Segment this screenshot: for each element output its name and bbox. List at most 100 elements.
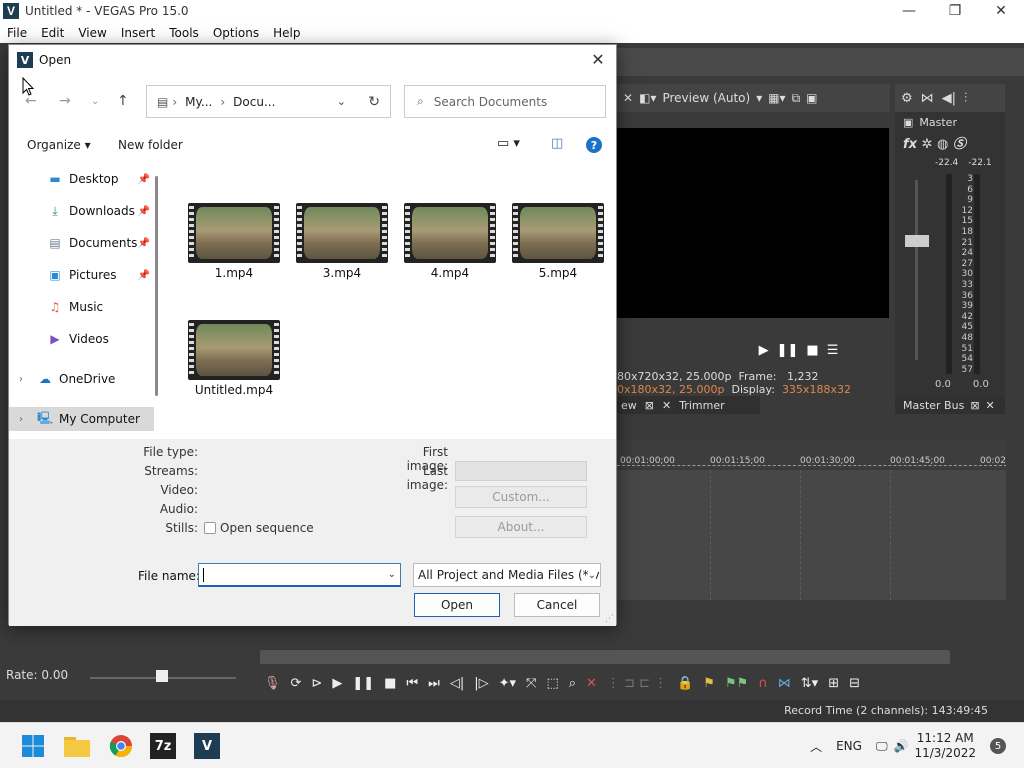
sidebar-item-downloads[interactable]: ⤓ Downloads 📌 xyxy=(9,199,154,223)
collapse-icon[interactable]: ⋈ xyxy=(921,91,934,106)
preview-split-icon[interactable]: ◧▾ xyxy=(639,91,656,105)
copy-frame-icon[interactable]: ⧉ xyxy=(792,91,801,106)
pause-icon[interactable]: ❚❚ xyxy=(352,676,374,691)
forward-arrow-icon[interactable]: → xyxy=(59,93,71,109)
sidebar-item-documents[interactable]: ▤ Documents 📌 xyxy=(9,231,154,255)
tab-close-icon[interactable]: ⊠ xyxy=(970,399,979,412)
breadcrumb-documents[interactable]: Docu... xyxy=(233,95,275,109)
grid-icon[interactable]: ▦▾ xyxy=(768,91,785,105)
fx-icon[interactable]: fx ✲ ◍ Ⓢ xyxy=(895,133,1005,152)
go-end-icon[interactable]: ⏭ xyxy=(428,676,440,691)
navigation-scrollbar[interactable] xyxy=(155,176,158,396)
file-type-filter[interactable]: All Project and Media Files (*.ve ⌄ xyxy=(413,563,601,587)
timeline-vscroll[interactable] xyxy=(1006,420,1024,650)
pin-icon[interactable]: 📌 xyxy=(138,174,150,185)
tab-master-bus[interactable]: Master Bus xyxy=(903,399,964,412)
menu-help[interactable]: Help xyxy=(266,26,307,40)
delete-icon[interactable]: ✕ xyxy=(586,676,597,691)
file-item[interactable]: 5.mp4 xyxy=(511,203,605,280)
trim-icon[interactable]: ⋮ ⊐ ⊏ ⋮ xyxy=(607,676,667,691)
region-icon[interactable]: ⚑⚑ xyxy=(725,676,748,691)
file-item[interactable]: 1.mp4 xyxy=(187,203,281,280)
chevron-right-icon[interactable]: › xyxy=(19,414,23,425)
search-box[interactable]: ⌕ Search Documents xyxy=(404,85,606,118)
timeline-tracks[interactable] xyxy=(617,470,1007,600)
play-icon[interactable]: ▶ xyxy=(332,676,342,691)
pause-icon[interactable]: ❚❚ xyxy=(777,343,799,358)
file-item[interactable]: 4.mp4 xyxy=(403,203,497,280)
preview-close-icon[interactable]: ✕ xyxy=(623,91,633,105)
selection-tool-icon[interactable]: ⬚ xyxy=(546,676,558,691)
lock-icon[interactable]: 🔒 xyxy=(677,676,693,691)
up-arrow-icon[interactable]: ↑ xyxy=(117,93,129,109)
zoom-tool-icon[interactable]: ⌕ xyxy=(569,676,576,691)
new-folder-button[interactable]: New folder xyxy=(118,138,183,152)
master-checkbox-icon[interactable]: ▣ xyxy=(903,116,913,129)
tab-close-icon[interactable]: ✕ xyxy=(662,399,671,412)
pin-icon[interactable]: 📌 xyxy=(138,270,150,281)
sidebar-item-music[interactable]: ♫ Music xyxy=(9,295,154,319)
view-options-icon[interactable]: ▭ ▾ xyxy=(497,136,520,151)
pin-icon[interactable]: 📌 xyxy=(138,238,150,249)
go-start-icon[interactable]: ⏮ xyxy=(406,676,418,691)
auto-crossfade-icon[interactable]: ⋈ xyxy=(778,676,791,691)
ripple-icon[interactable]: ⇅▾ xyxy=(801,676,818,691)
volume-icon[interactable]: 🔊 xyxy=(894,739,909,753)
save-frame-icon[interactable]: ▣ xyxy=(806,91,817,105)
sidebar-item-desktop[interactable]: ▬ Desktop 📌 xyxy=(9,167,154,191)
tab-video-preview[interactable]: ew xyxy=(621,399,637,412)
tab-close-icon[interactable]: ✕ xyxy=(986,399,995,412)
gear-icon[interactable]: ⚙ xyxy=(901,91,913,106)
organize-button[interactable]: Organize ▾ xyxy=(27,138,91,152)
chevron-up-icon[interactable]: ︿ xyxy=(810,738,822,755)
file-name-input[interactable]: ⌄ xyxy=(198,563,401,587)
play-from-start-icon[interactable]: ⊳ xyxy=(311,676,322,691)
custom-button[interactable]: Custom... xyxy=(455,486,587,508)
cancel-button[interactable]: Cancel xyxy=(514,593,600,617)
lock-envelopes-icon[interactable]: ⊞ xyxy=(828,676,839,691)
play-icon[interactable]: ▶ xyxy=(759,343,769,358)
menu-options[interactable]: Options xyxy=(206,26,266,40)
close-button[interactable]: ✕ xyxy=(978,0,1024,22)
breadcrumb-my-computer[interactable]: My... xyxy=(185,95,212,109)
sidebar-item-onedrive[interactable]: › ☁ OneDrive xyxy=(9,367,154,391)
sidebar-item-pictures[interactable]: ▣ Pictures 📌 xyxy=(9,263,154,287)
tab-close-icon[interactable]: ⊠ xyxy=(645,399,654,412)
master-fader[interactable] xyxy=(905,235,929,247)
loop-icon[interactable]: ⟳ xyxy=(291,676,302,691)
marker-icon[interactable]: ⚑ xyxy=(703,676,715,691)
7zip-icon[interactable]: 7z xyxy=(150,733,176,759)
menu-edit[interactable]: Edit xyxy=(34,26,71,40)
notification-badge[interactable]: 5 xyxy=(990,738,1006,754)
refresh-icon[interactable]: ↻ xyxy=(368,94,380,110)
mixer-settings-icon[interactable]: ⫶ xyxy=(964,91,967,106)
restore-button[interactable]: ❐ xyxy=(932,0,978,22)
timeline-hscroll[interactable] xyxy=(260,650,950,664)
language-indicator[interactable]: ENG xyxy=(836,739,862,753)
address-bar[interactable]: ▤ › My... › Docu... ⌄ ↻ xyxy=(146,85,391,118)
menu-file[interactable]: File xyxy=(0,26,34,40)
windows-start-icon[interactable] xyxy=(18,731,48,761)
menu-view[interactable]: View xyxy=(71,26,113,40)
record-icon[interactable]: 🎙 xyxy=(264,676,281,691)
preview-quality-dropdown[interactable]: Preview (Auto) xyxy=(662,91,750,105)
menu-tools[interactable]: Tools xyxy=(162,26,206,40)
edit-tool-icon[interactable]: ✦▾ xyxy=(499,676,516,691)
chevron-down-icon[interactable]: ⌄ xyxy=(337,95,346,108)
menu-icon[interactable]: ☰ xyxy=(827,343,839,358)
help-icon[interactable]: ? xyxy=(586,137,602,153)
network-icon[interactable]: 🖵 xyxy=(876,739,888,754)
next-frame-icon[interactable]: |▷ xyxy=(474,676,488,691)
open-sequence-checkbox[interactable]: Open sequence xyxy=(204,521,314,535)
file-item[interactable]: 3.mp4 xyxy=(295,203,389,280)
chevron-down-icon[interactable]: ▾ xyxy=(756,91,762,105)
sidebar-item-videos[interactable]: ▶ Videos xyxy=(9,327,154,351)
tab-trimmer[interactable]: Trimmer xyxy=(679,399,724,412)
stop-icon[interactable]: ■ xyxy=(384,676,396,691)
preview-pane-icon[interactable]: ◫ xyxy=(551,136,563,151)
resize-grip-icon[interactable]: ⋰ xyxy=(605,614,614,624)
dialog-close-button[interactable]: ✕ xyxy=(588,49,608,69)
pin-icon[interactable]: 📌 xyxy=(138,206,150,217)
ignore-grouping-icon[interactable]: ⊟ xyxy=(849,676,860,691)
about-button[interactable]: About... xyxy=(455,516,587,538)
